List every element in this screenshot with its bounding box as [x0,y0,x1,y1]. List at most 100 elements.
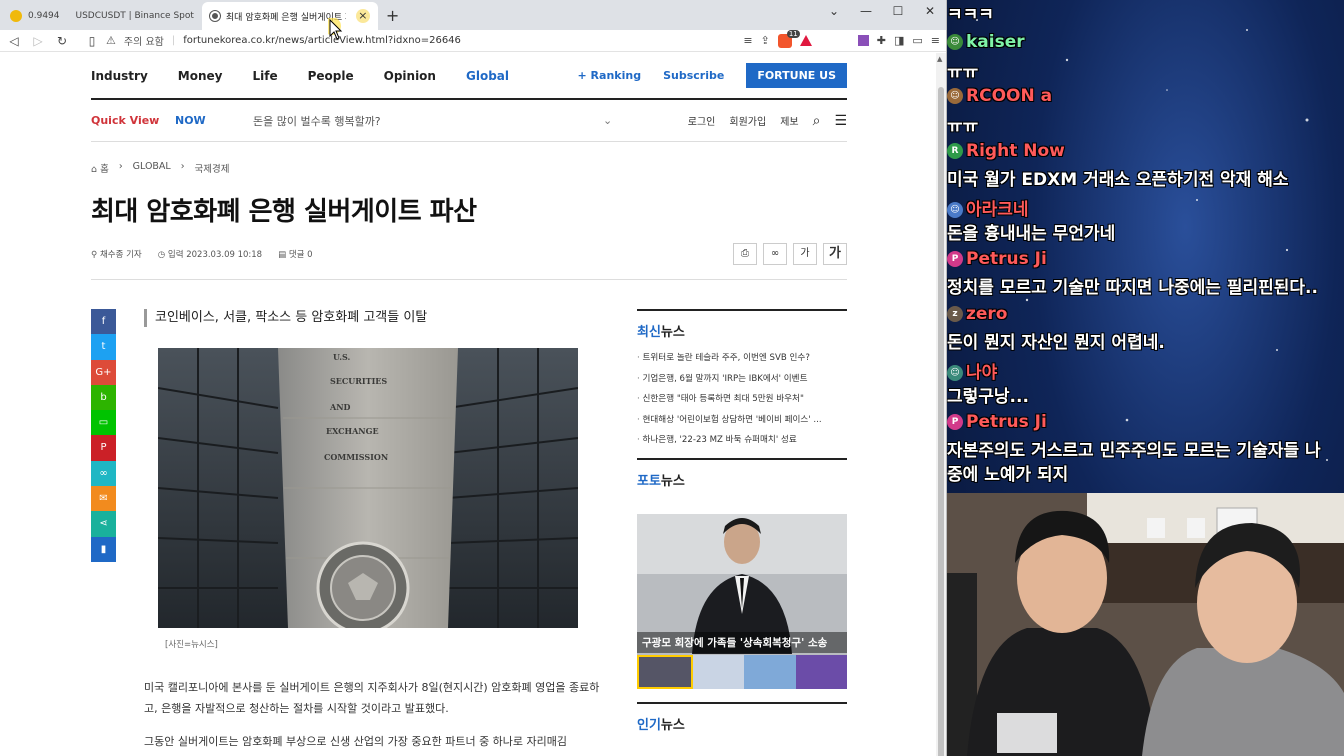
thumbnail[interactable] [795,655,847,689]
nav-opinion[interactable]: Opinion [384,69,436,83]
minimize-button[interactable]: — [850,0,882,24]
email-icon[interactable]: ✉ [91,486,116,512]
webpage: Industry Money Life People Opinion Globa… [0,53,937,756]
back-icon[interactable]: ◁ [6,34,22,48]
brave-rewards-icon[interactable] [799,35,812,46]
article-paragraph-2: 그동안 실버게이트는 암호화폐 부상으로 신생 산업의 가장 중요한 파트너 중… [144,735,568,748]
bookmark-save-icon[interactable]: ▮ [91,536,116,562]
new-tab-button[interactable]: + [378,2,407,30]
list-item[interactable]: 현대해상 '어린이보험 상담하면 '베이비 페이스' ... [637,413,847,434]
nav-money[interactable]: Money [178,69,223,83]
article-photo[interactable]: U.S. SECURITIES AND EXCHANGE COMMISSION [158,348,578,628]
browser-window: 0.9494 USDCUSDT | Binance Spot 최대 암호화폐 은… [0,0,947,756]
close-tab-button[interactable]: × [355,9,370,23]
list-item[interactable]: 신한은행 "태아 등록하면 최대 5만원 바우처" [637,392,847,413]
svg-text:COMMISSION: COMMISSION [324,452,388,462]
breadcrumb-global[interactable]: GLOBAL [133,161,171,175]
home-icon[interactable]: ⌂ 홈 [91,161,109,175]
sidebar-icon[interactable]: ◨ [894,34,904,47]
chat-nick: ☺ kaiser [947,32,1025,52]
tab-binance-price[interactable]: 0.9494 [2,2,68,30]
breadcrumb-economy[interactable]: 국제경제 [195,161,230,175]
page-scrollbar[interactable]: ▲ [936,53,946,756]
list-item[interactable]: 트위터로 놀란 테슬라 주주, 이번엔 SVB 인수? [637,351,847,372]
svg-text:EXCHANGE: EXCHANGE [326,426,379,436]
share-icon[interactable]: ⇪ [761,34,770,47]
tab-article[interactable]: 최대 암호화폐 은행 실버게이트 파산 × [201,2,378,30]
report-link[interactable]: 제보 [780,113,798,128]
tab-search-button[interactable]: ⌄ [818,0,850,24]
share-icon[interactable]: ⋖ [91,511,116,537]
brave-shields-icon[interactable]: 11 [777,29,800,48]
menu-icon[interactable]: ≡ [931,34,940,47]
puzzle-icon[interactable]: ✚ [877,34,886,47]
scrollbar-thumb[interactable] [938,87,944,756]
avatar: z [947,306,963,322]
scroll-up-icon[interactable]: ▲ [937,55,942,63]
chat-message: 그렇구낭... [947,387,1029,407]
maximize-button[interactable]: ☐ [882,0,914,24]
news-ticker[interactable]: 돈을 많이 벌수록 행복할까? [253,113,603,129]
reader-mode-icon[interactable]: ≡ [743,34,752,47]
binance-icon [10,10,22,22]
link-share-icon[interactable]: ∞ [91,460,116,487]
thumbnail[interactable] [744,655,796,689]
nav-life[interactable]: Life [252,69,277,83]
avatar: R [947,143,963,159]
login-link[interactable]: 로그인 [688,113,716,128]
font-smaller-button[interactable]: 가 [793,243,817,265]
subscribe-link[interactable]: Subscribe [663,69,724,82]
wallet-icon[interactable]: ▭ [912,34,922,47]
sec-building-image: U.S. SECURITIES AND EXCHANGE COMMISSION [158,348,578,628]
nav-global[interactable]: Global [466,69,509,83]
bookmark-icon[interactable]: ▯ [86,34,98,48]
band-icon[interactable]: b [91,384,116,411]
address-bar[interactable]: ▯ ⚠ 주의 요함 | fortunekorea.co.kr/news/arti… [78,31,735,51]
user-links: 로그인 회원가입 제보 ⌕ ☰ [688,113,847,129]
security-label[interactable]: 주의 요함 [124,33,164,48]
fortune-us-button[interactable]: FORTUNE US [746,63,847,88]
photo-news-card[interactable]: 구광모 회장에 가족들 '상속회복청구' 소송 [637,514,847,689]
twitter-icon[interactable]: t [91,334,116,360]
chat-overlay: ㅋㅋㅋ ☺ kaiser ㅠㅠ ☺ RCOON a ㅠㅠ R Right Now 미국… [947,0,1344,490]
chat-message: 돈을 흉내내는 무언가네 [947,224,1116,244]
latest-news-list: 트위터로 놀란 테슬라 주주, 이번엔 SVB 인수? 기업은행, 6월 말까지… [637,351,847,454]
chat-message: ㅠㅠ [947,117,979,137]
chat-nick: ☺ 나야 [947,358,997,383]
chat-message: ㅋㅋㅋ [947,5,994,25]
thumbnail[interactable] [637,655,693,689]
google-plus-icon[interactable]: G+ [91,359,116,385]
extension-icon[interactable] [857,35,869,46]
font-bigger-button[interactable]: 가 [823,243,847,265]
now-label: NOW [175,114,206,127]
list-item[interactable]: 기업은행, 6월 말까지 'IRP는 IBK에서' 이벤트 [637,372,847,393]
forward-icon[interactable]: ▷ [30,34,46,48]
avatar: ☺ [947,202,963,218]
chevron-down-icon[interactable]: ⌄ [603,114,612,127]
close-window-button[interactable]: ✕ [914,0,946,24]
line-icon[interactable]: ▭ [91,410,116,436]
link-icon[interactable]: ∞ [763,243,787,265]
tab-binance-spot[interactable]: USDCUSDT | Binance Spot [68,2,202,30]
svg-text:AND: AND [329,402,351,412]
hamburger-icon[interactable]: ☰ [834,113,847,129]
facebook-icon[interactable]: f [91,309,116,335]
quick-view-link[interactable]: Quick View [91,114,175,127]
reload-icon[interactable]: ↻ [54,34,70,48]
article-title: 최대 암호화폐 은행 실버게이트 파산 [91,197,477,227]
nav-industry[interactable]: Industry [91,69,148,83]
breadcrumb-separator: › [118,161,123,172]
comment-count[interactable]: ▤ 댓글 0 [278,248,313,260]
author: ⚲ 채수종 기자 [91,250,142,260]
url-text[interactable]: fortunekorea.co.kr/news/articleView.html… [183,35,461,46]
search-icon[interactable]: ⌕ [813,113,821,129]
nav-people[interactable]: People [308,69,354,83]
list-item[interactable]: 하나은행, '22-23 MZ 바둑 슈퍼매치' 성료 [637,433,847,454]
ranking-link[interactable]: + Ranking [578,69,642,82]
svg-text:SECURITIES: SECURITIES [330,376,387,386]
pinterest-icon[interactable]: P [91,435,116,461]
print-icon[interactable]: ⎙ [733,243,757,265]
join-link[interactable]: 회원가입 [729,113,766,128]
publish-date: ◷ 입력 2023.03.09 10:18 [157,250,263,260]
thumbnail[interactable] [692,655,744,689]
